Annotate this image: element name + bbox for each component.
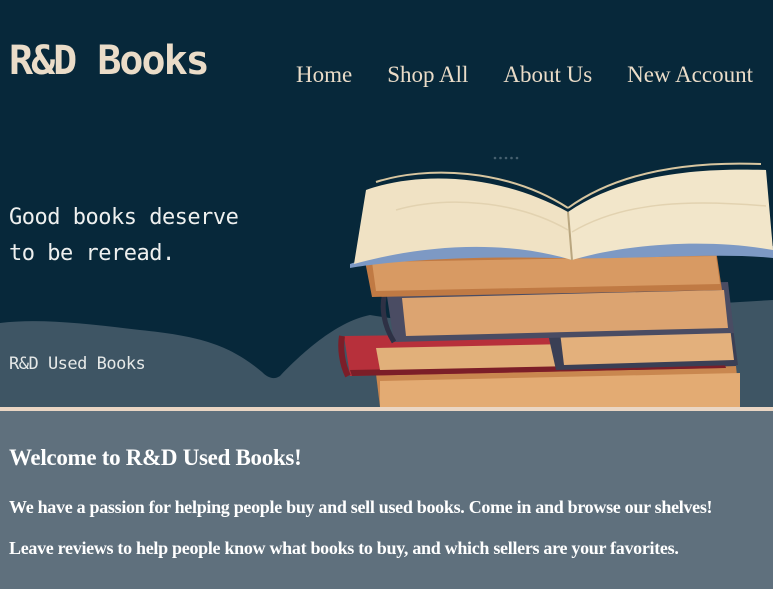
tagline-line-2: to be reread. — [9, 241, 175, 266]
main-nav: Home Shop All About Us New Account — [296, 62, 753, 88]
stack-of-books-image — [338, 162, 773, 407]
store-name-label: R&D Used Books — [9, 354, 146, 374]
welcome-paragraph-2: Leave reviews to help people know what b… — [9, 538, 679, 558]
nav-home[interactable]: Home — [296, 62, 352, 88]
hero-tagline: Good books deserve to be reread. — [9, 200, 239, 272]
tagline-line-1: Good books deserve — [9, 205, 239, 230]
welcome-section: Welcome to R&D Used Books! We have a pas… — [0, 411, 773, 559]
hero-banner: R&D Books Home Shop All About Us New Acc… — [0, 0, 773, 407]
nav-new-account[interactable]: New Account — [627, 62, 753, 88]
nav-about-us[interactable]: About Us — [503, 62, 592, 88]
brand-logo[interactable]: R&D Books — [9, 38, 210, 84]
nav-shop-all[interactable]: Shop All — [387, 62, 468, 88]
welcome-paragraph-1: We have a passion for helping people buy… — [9, 497, 713, 517]
welcome-heading: Welcome to R&D Used Books! — [9, 445, 302, 470]
